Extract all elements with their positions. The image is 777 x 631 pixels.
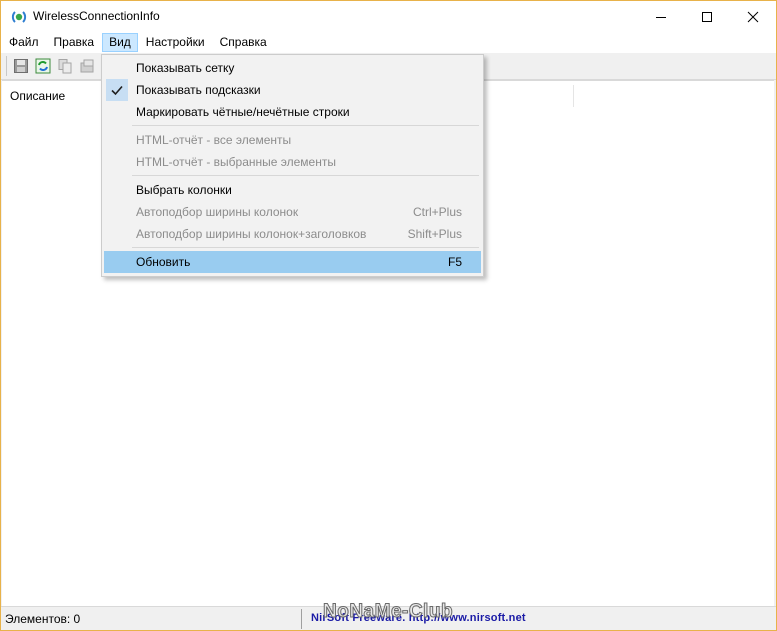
menu-separator bbox=[132, 175, 479, 176]
menu-item-label: Выбрать колонки bbox=[136, 183, 232, 197]
column-divider[interactable] bbox=[573, 85, 574, 107]
maximize-icon bbox=[702, 11, 712, 22]
toolbar-grip bbox=[6, 56, 7, 76]
menu-bar: Файл Правка Вид Настройки Справка bbox=[1, 32, 776, 53]
menu-item-autosize-columns-headers[interactable]: Автоподбор ширины колонок+заголовков Shi… bbox=[104, 223, 481, 245]
properties-button[interactable] bbox=[76, 55, 98, 77]
close-button[interactable] bbox=[730, 1, 776, 32]
window-title: WirelessConnectionInfo bbox=[33, 9, 160, 23]
menu-item-mark-odd-even[interactable]: Маркировать чётные/нечётные строки bbox=[104, 101, 481, 123]
menu-item-show-tooltips[interactable]: Показывать подсказки bbox=[104, 79, 481, 101]
watermark-text: NoNaMe-Club bbox=[322, 601, 454, 623]
menu-item-shortcut: Shift+Plus bbox=[407, 227, 462, 241]
checkmark-icon bbox=[109, 82, 125, 98]
menu-item-choose-columns[interactable]: Выбрать колонки bbox=[104, 179, 481, 201]
save-button[interactable] bbox=[10, 55, 32, 77]
close-icon bbox=[747, 11, 759, 22]
menu-file[interactable]: Файл bbox=[2, 33, 46, 52]
menu-item-label: Автоподбор ширины колонок bbox=[136, 205, 299, 219]
menu-help[interactable]: Справка bbox=[213, 33, 274, 52]
menu-item-label: Автоподбор ширины колонок+заголовков bbox=[136, 227, 367, 241]
column-header-description[interactable]: Описание bbox=[10, 89, 65, 103]
menu-separator bbox=[132, 247, 479, 248]
menu-item-label: Обновить bbox=[136, 255, 191, 269]
title-bar[interactable]: WirelessConnectionInfo bbox=[1, 1, 776, 32]
menu-item-shortcut: Ctrl+Plus bbox=[412, 205, 462, 219]
wifi-app-icon bbox=[11, 9, 27, 25]
menu-item-shortcut: F5 bbox=[447, 255, 462, 269]
save-icon bbox=[14, 59, 28, 73]
items-count: Элементов: 0 bbox=[5, 612, 81, 626]
copy-icon bbox=[58, 59, 72, 74]
menu-view[interactable]: Вид bbox=[102, 33, 138, 52]
menu-options[interactable]: Настройки bbox=[139, 33, 212, 52]
refresh-icon bbox=[35, 58, 51, 74]
status-divider bbox=[301, 609, 302, 629]
menu-item-html-selected[interactable]: HTML-отчёт - выбранные элементы bbox=[104, 151, 481, 173]
menu-item-label: HTML-отчёт - выбранные элементы bbox=[136, 155, 336, 169]
copy-button[interactable] bbox=[54, 55, 76, 77]
refresh-button[interactable] bbox=[32, 55, 54, 77]
menu-item-label: Показывать подсказки bbox=[136, 83, 261, 97]
menu-item-refresh[interactable]: Обновить F5 bbox=[104, 251, 481, 273]
menu-separator bbox=[132, 125, 479, 126]
menu-item-label: Маркировать чётные/нечётные строки bbox=[136, 105, 350, 119]
minimize-button[interactable] bbox=[638, 1, 684, 32]
minimize-icon bbox=[656, 16, 666, 18]
properties-icon bbox=[80, 59, 94, 73]
view-menu-dropdown: Показывать сетку Показывать подсказки Ма… bbox=[101, 54, 484, 277]
menu-item-autosize-columns[interactable]: Автоподбор ширины колонок Ctrl+Plus bbox=[104, 201, 481, 223]
menu-item-html-all[interactable]: HTML-отчёт - все элементы bbox=[104, 129, 481, 151]
app-window: WirelessConnectionInfo Файл Правка Вид Н… bbox=[0, 0, 777, 631]
menu-edit[interactable]: Правка bbox=[47, 33, 102, 52]
maximize-button[interactable] bbox=[684, 1, 730, 32]
menu-item-label: HTML-отчёт - все элементы bbox=[136, 133, 292, 147]
menu-item-show-grid[interactable]: Показывать сетку bbox=[104, 57, 481, 79]
menu-item-label: Показывать сетку bbox=[136, 61, 235, 75]
